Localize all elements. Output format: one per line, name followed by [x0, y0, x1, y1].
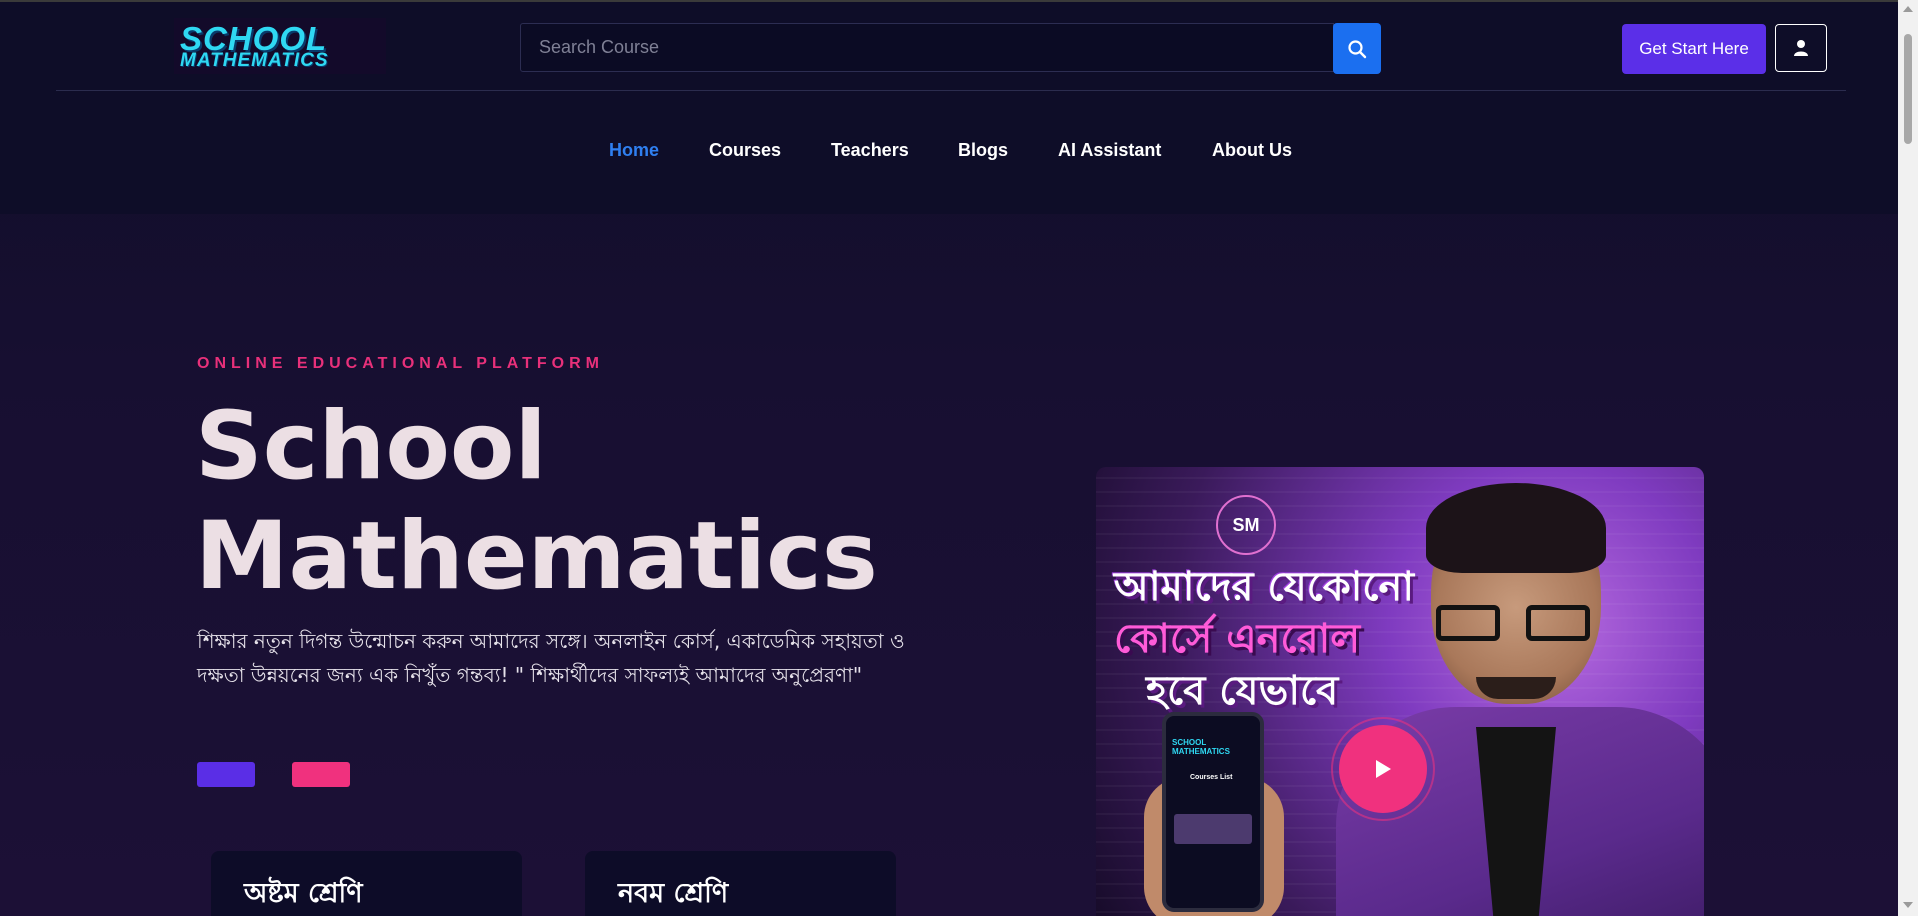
hero-eyebrow: ONLINE EDUCATIONAL PLATFORM [197, 355, 604, 372]
logo-line-2: MATHEMATICS [180, 50, 329, 71]
hero-title-line-2: Mathematics [195, 502, 878, 611]
page: SCHOOL MATHEMATICS Get Start Here Home C… [0, 0, 1918, 916]
intro-video-thumbnail[interactable]: SM আমাদের যেকোনো কোর্সে এনরোল হবে যেভাবে… [1096, 467, 1704, 916]
scroll-up-arrow-icon[interactable] [1903, 6, 1913, 12]
seal-monogram: SM [1232, 514, 1260, 535]
header-divider [56, 90, 1846, 91]
site-logo[interactable]: SCHOOL MATHEMATICS [174, 18, 386, 74]
presenter-hair [1426, 483, 1606, 573]
hero-description: শিক্ষার নতুন দিগন্ত উন্মোচন করুন আমাদের … [197, 629, 905, 687]
scrollbar-thumb[interactable] [1904, 34, 1912, 144]
phone-screen-title: Courses List [1190, 774, 1233, 781]
scroll-down-arrow-icon[interactable] [1903, 902, 1913, 908]
user-account-button[interactable] [1775, 24, 1827, 72]
class-card-title: অষ্টম শ্রেণি [244, 878, 363, 909]
main-navigation: Home Courses Teachers Blogs AI Assistant… [0, 140, 1898, 166]
school-mathematics-seal: SM [1216, 495, 1276, 555]
glasses-left-lens [1436, 605, 1500, 641]
nav-item-blogs[interactable]: Blogs [958, 140, 1008, 161]
play-button[interactable] [1331, 717, 1435, 821]
nav-item-home[interactable]: Home [609, 140, 659, 161]
class-card-title: নবম শ্রেণি [618, 878, 729, 909]
get-started-button[interactable]: Get Start Here [1622, 24, 1766, 74]
class-card-eight[interactable]: অষ্টম শ্রেণি [211, 851, 522, 916]
hero-title: School Mathematics [195, 392, 895, 612]
search-input[interactable] [520, 23, 1334, 72]
search-button[interactable] [1333, 23, 1381, 74]
glasses-right-lens [1526, 605, 1590, 641]
phone-logo-line-2: MATHEMATICS [1172, 747, 1230, 756]
phone-logo-line-1: SCHOOL [1172, 738, 1207, 747]
play-icon [1376, 760, 1391, 778]
phone-course-card [1174, 814, 1252, 844]
search-icon [1348, 39, 1367, 58]
nav-item-courses[interactable]: Courses [709, 140, 781, 161]
phone-logo: SCHOOL MATHEMATICS [1172, 738, 1230, 756]
nav-item-about-us[interactable]: About Us [1212, 140, 1292, 161]
hero-secondary-button[interactable] [292, 762, 350, 787]
site-header: SCHOOL MATHEMATICS Get Start Here Home C… [0, 2, 1898, 214]
nav-item-teachers[interactable]: Teachers [831, 140, 909, 161]
page-scrollbar[interactable] [1898, 0, 1918, 916]
nav-item-ai-assistant[interactable]: AI Assistant [1058, 140, 1161, 161]
phone-mockup: SCHOOL MATHEMATICS Courses List [1162, 712, 1264, 912]
user-icon [1794, 40, 1808, 56]
play-button-circle [1339, 725, 1427, 813]
class-card-nine[interactable]: নবম শ্রেণি [585, 851, 896, 916]
hero-primary-button[interactable] [197, 762, 255, 787]
presenter-beard [1476, 677, 1556, 699]
hero-title-line-1: School [195, 392, 547, 501]
